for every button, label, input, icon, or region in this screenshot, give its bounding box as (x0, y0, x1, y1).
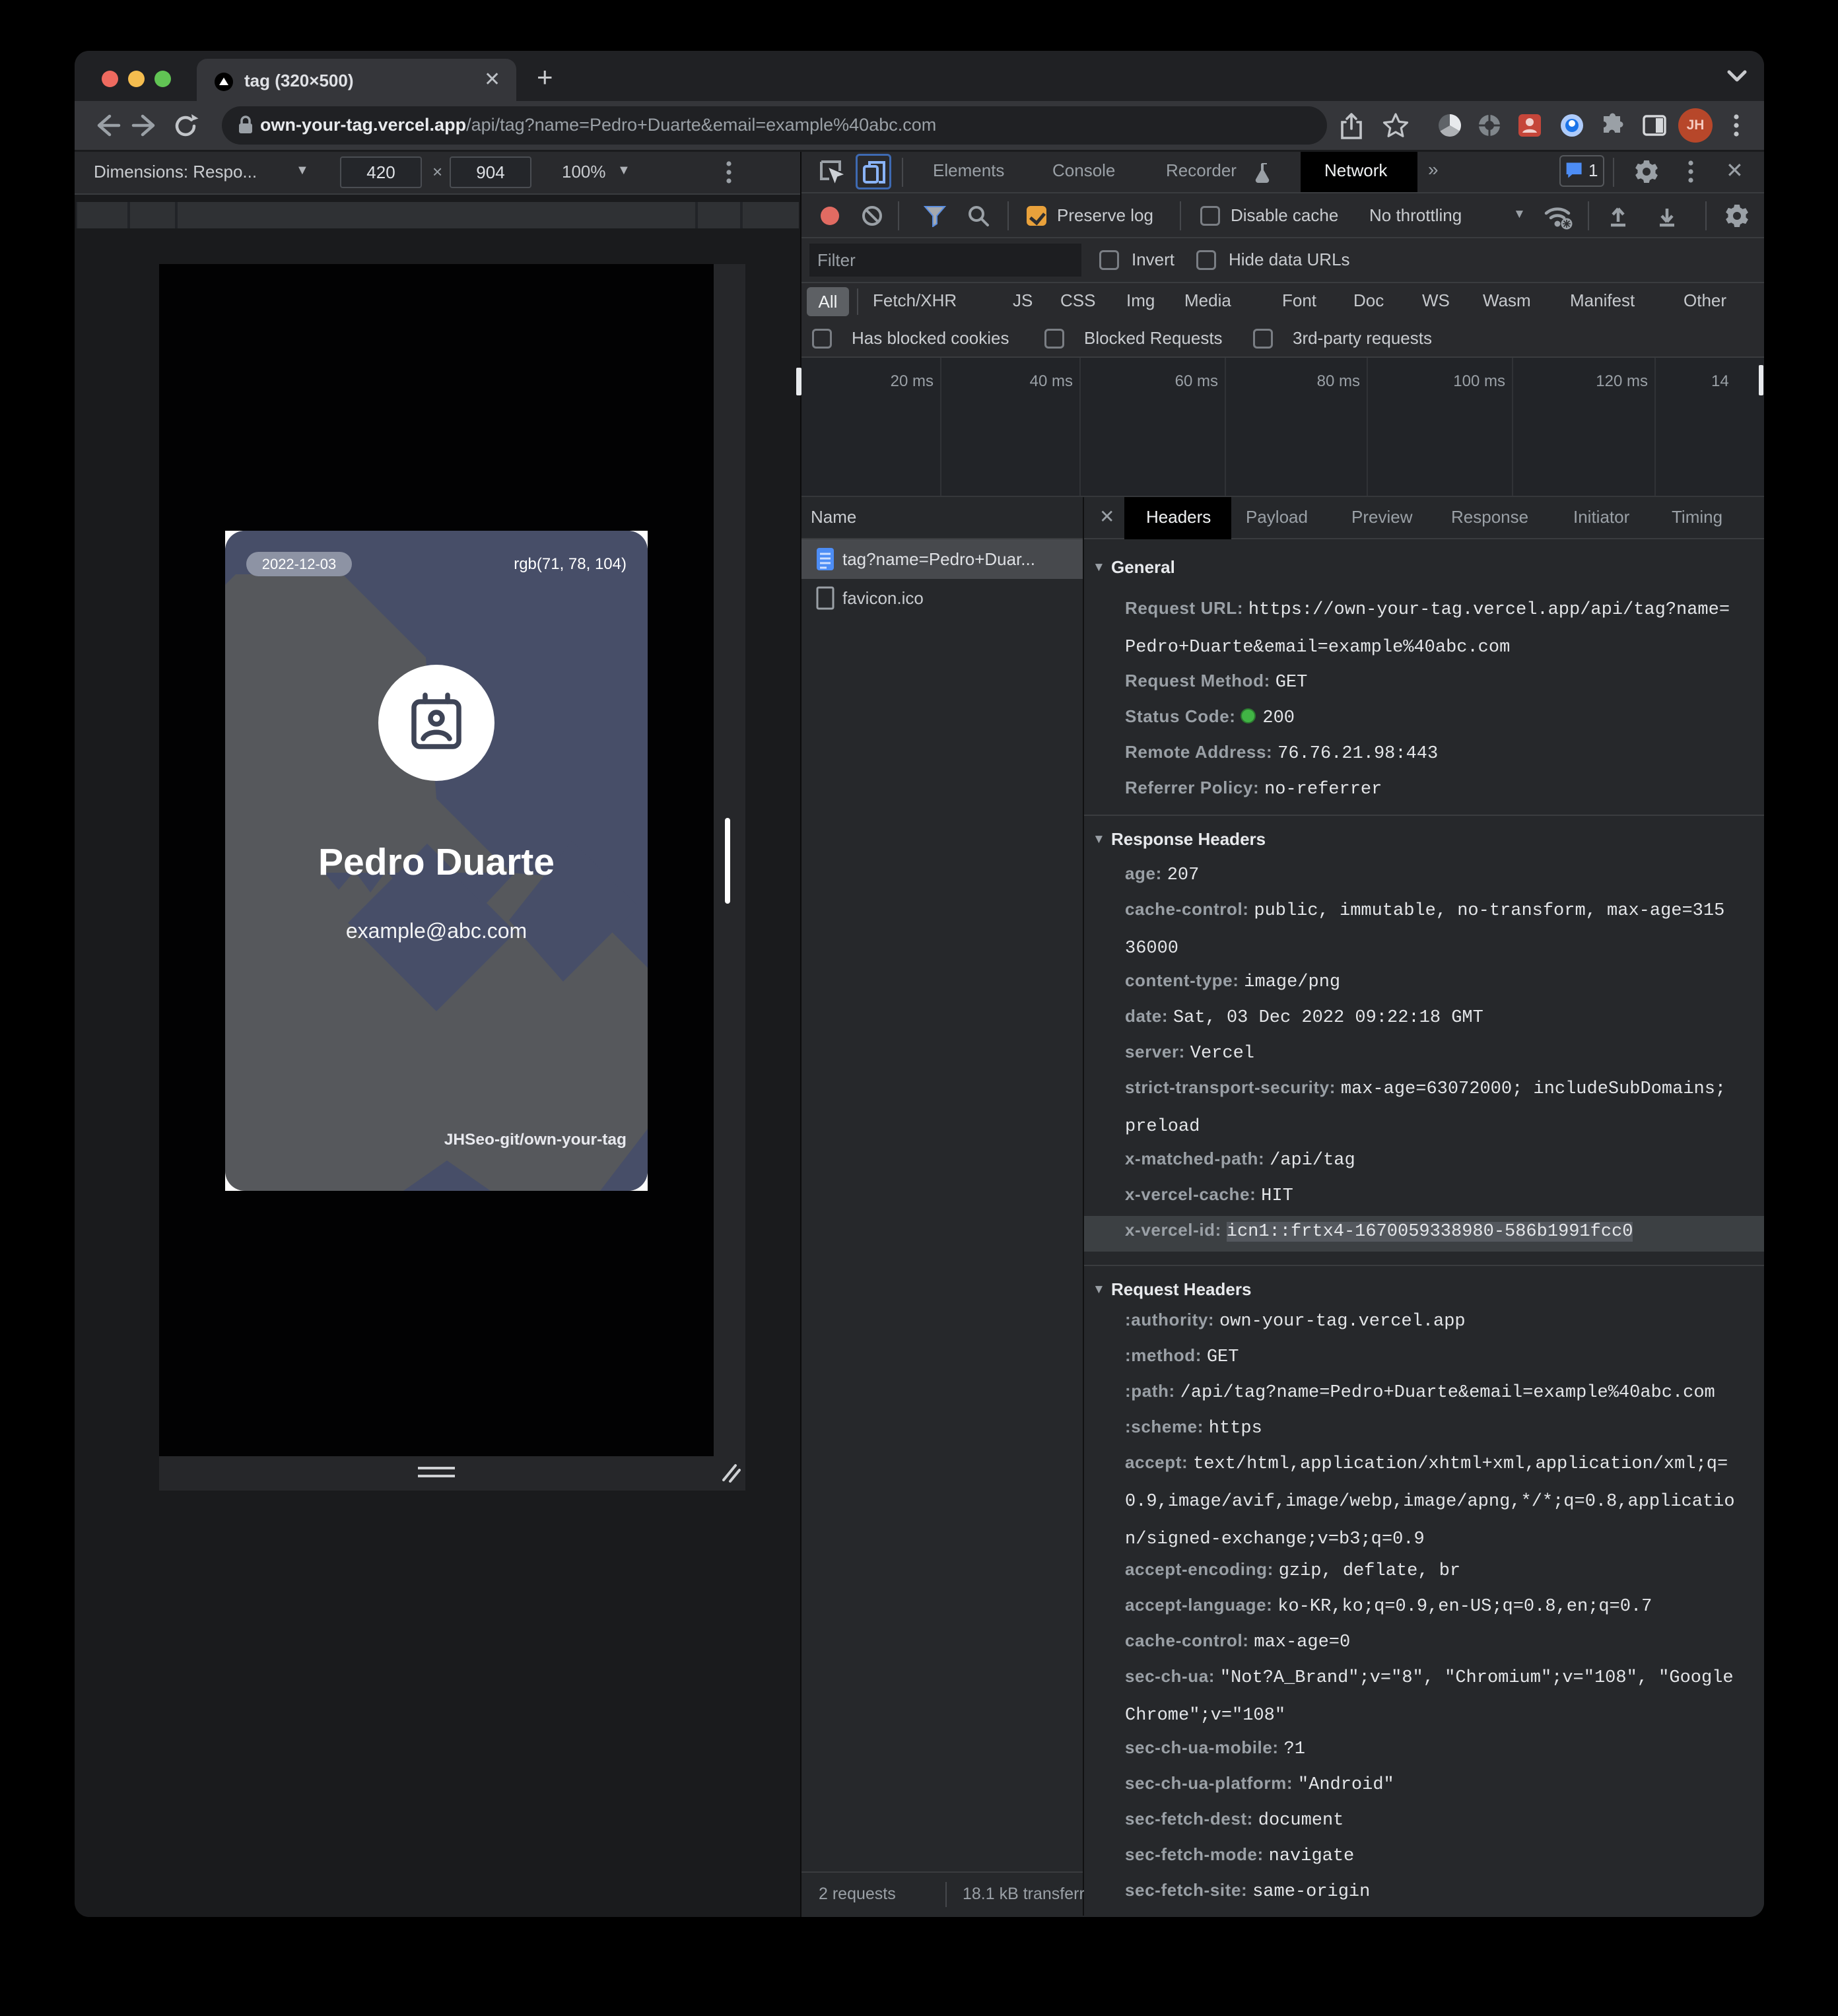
svg-text:Pedro Duarte: Pedro Duarte (318, 841, 555, 883)
svg-text:2022-12-03: 2022-12-03 (262, 556, 337, 572)
svg-text:JHSeo-git/own-your-tag: JHSeo-git/own-your-tag (444, 1131, 627, 1149)
svg-text:example@abc.com: example@abc.com (346, 919, 527, 943)
svg-text:rgb(71, 78, 104): rgb(71, 78, 104) (514, 555, 627, 573)
